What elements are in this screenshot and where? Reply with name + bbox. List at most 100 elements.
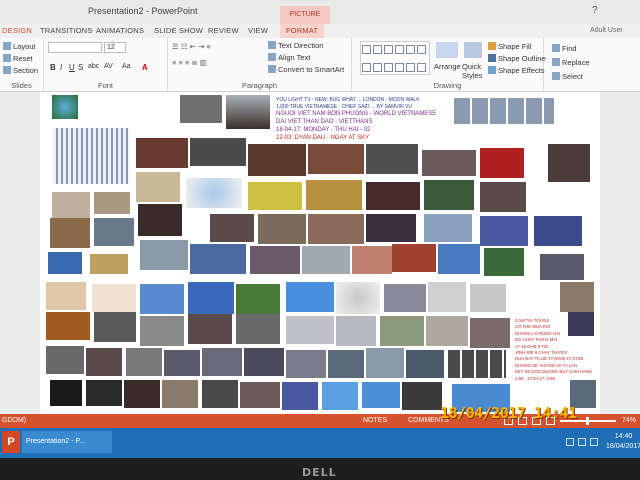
shapes-gallery[interactable]	[360, 41, 430, 75]
photo-thumbnail[interactable]	[162, 380, 198, 408]
tray-icon[interactable]	[566, 438, 574, 446]
photo-thumbnail[interactable]	[366, 182, 420, 210]
font-family-box[interactable]	[48, 42, 102, 53]
photo-thumbnail[interactable]	[286, 282, 334, 312]
photo-thumbnail[interactable]	[480, 216, 528, 246]
zoom-level[interactable]: 74%	[622, 417, 636, 424]
tab-review[interactable]: REVIEW	[208, 26, 239, 35]
photo-strip[interactable]	[448, 350, 506, 378]
photo-thumbnail[interactable]	[366, 214, 416, 242]
photo-thumbnail[interactable]	[336, 282, 380, 314]
photo-thumbnail[interactable]	[484, 248, 524, 276]
photo-thumbnail[interactable]	[428, 282, 466, 312]
photo-thumbnail[interactable]	[136, 138, 188, 168]
arrange-button[interactable]: Arrange	[434, 62, 461, 71]
photo-thumbnail[interactable]	[236, 284, 280, 314]
photo-thumbnail[interactable]	[92, 284, 136, 312]
photo-thumbnail[interactable]	[424, 180, 474, 210]
photo-thumbnail[interactable]	[380, 316, 424, 346]
photo-thumbnail[interactable]	[140, 316, 184, 346]
document-thumbnail[interactable]	[53, 128, 129, 184]
photo-thumbnail[interactable]	[236, 314, 280, 344]
tab-animations[interactable]: ANIMATIONS	[96, 26, 144, 35]
layout-button[interactable]: Layout	[3, 42, 36, 51]
font-color-icon[interactable]: A	[142, 63, 148, 72]
photo-thumbnail[interactable]	[94, 192, 130, 214]
photo-thumbnail[interactable]	[188, 282, 234, 314]
italic-button[interactable]: I	[60, 63, 62, 72]
photo-thumbnail[interactable]	[136, 172, 180, 202]
text-direction-button[interactable]: Text Direction	[268, 41, 323, 50]
photo-thumbnail[interactable]	[422, 150, 476, 176]
photo-thumbnail[interactable]	[568, 312, 594, 336]
photo-thumbnail[interactable]	[248, 182, 302, 210]
photo-thumbnail[interactable]	[226, 95, 270, 129]
shape-fill-button[interactable]: Shape Fill	[488, 42, 531, 51]
photo-thumbnail[interactable]	[328, 350, 364, 378]
photo-thumbnail[interactable]	[46, 282, 86, 310]
photo-thumbnail[interactable]	[124, 380, 160, 408]
photo-thumbnail[interactable]	[202, 348, 242, 376]
globe-thumbnail[interactable]	[52, 95, 78, 119]
photo-thumbnail[interactable]	[202, 380, 238, 408]
photo-thumbnail[interactable]	[548, 144, 590, 182]
shape-outline-button[interactable]: Shape Outline	[488, 54, 546, 63]
photo-thumbnail[interactable]	[306, 180, 362, 210]
photo-thumbnail[interactable]	[286, 316, 334, 344]
change-case-button[interactable]: Aa	[122, 63, 131, 70]
powerpoint-icon[interactable]: P	[2, 431, 20, 453]
photo-thumbnail[interactable]	[392, 244, 436, 272]
photo-thumbnail[interactable]	[86, 348, 122, 376]
photo-thumbnail[interactable]	[540, 254, 584, 280]
align-text-button[interactable]: Align Text	[268, 53, 310, 62]
photo-thumbnail[interactable]	[308, 144, 364, 174]
photo-thumbnail[interactable]	[470, 284, 506, 312]
photo-thumbnail[interactable]	[86, 380, 122, 406]
photo-thumbnail[interactable]	[424, 214, 472, 242]
character-spacing-button[interactable]: AV	[104, 63, 113, 70]
photo-thumbnail[interactable]	[46, 346, 84, 374]
photo-thumbnail[interactable]	[46, 312, 90, 340]
section-button[interactable]: Section	[3, 66, 38, 75]
photo-thumbnail[interactable]	[52, 192, 90, 218]
select-button[interactable]: Select	[552, 72, 583, 81]
volume-icon[interactable]	[590, 438, 598, 446]
photo-thumbnail[interactable]	[140, 284, 184, 314]
taskbar-clock[interactable]: 14:40 18/04/2017	[606, 432, 640, 452]
zoom-slider-thumb[interactable]	[586, 417, 589, 425]
quick-styles-button[interactable]: Quick Styles	[462, 62, 490, 80]
photo-thumbnail[interactable]	[286, 350, 326, 378]
photo-thumbnail[interactable]	[384, 284, 426, 312]
photo-thumbnail[interactable]	[94, 218, 134, 246]
bullets-icon[interactable]: ☰ ☷ ⇤ ⇥ ≡	[172, 42, 211, 51]
photo-thumbnail[interactable]	[470, 318, 510, 348]
photo-thumbnail[interactable]	[188, 314, 232, 344]
photo-thumbnail[interactable]	[402, 382, 442, 410]
photo-thumbnail[interactable]	[248, 144, 306, 176]
tab-transitions[interactable]: TRANSITIONS	[40, 26, 93, 35]
bold-button[interactable]: B	[50, 63, 56, 72]
tab-format[interactable]: FORMAT	[280, 24, 325, 38]
photo-thumbnail[interactable]	[366, 144, 418, 174]
network-icon[interactable]	[578, 438, 586, 446]
align-icons[interactable]: ≡ ≡ ≡ ≣ ▥	[172, 58, 207, 67]
photo-thumbnail[interactable]	[186, 178, 242, 208]
photo-thumbnail[interactable]	[250, 246, 300, 274]
font-size-box[interactable]: 12	[104, 42, 126, 53]
photo-thumbnail[interactable]	[480, 148, 524, 178]
underline-button[interactable]: U	[69, 63, 75, 72]
photo-thumbnail[interactable]	[322, 382, 358, 410]
photo-thumbnail[interactable]	[258, 214, 306, 244]
slide-canvas[interactable]: YOU LIGHT TV - NEW: BUG WHAT ... LONDON …	[40, 92, 600, 414]
tab-design[interactable]: DESIGN	[2, 26, 32, 35]
convert-smartart-button[interactable]: Convert to SmartArt	[268, 65, 344, 74]
photo-thumbnail[interactable]	[190, 244, 246, 274]
photo-thumbnail[interactable]	[282, 382, 318, 410]
shape-effects-button[interactable]: Shape Effects	[488, 66, 545, 75]
photo-strip[interactable]	[454, 98, 554, 124]
photo-thumbnail[interactable]	[94, 312, 136, 342]
help-icon[interactable]: ?	[592, 5, 598, 16]
notes-button[interactable]: NOTES	[363, 417, 387, 424]
photo-thumbnail[interactable]	[138, 204, 182, 236]
strikethrough-button[interactable]: abc	[88, 63, 99, 70]
